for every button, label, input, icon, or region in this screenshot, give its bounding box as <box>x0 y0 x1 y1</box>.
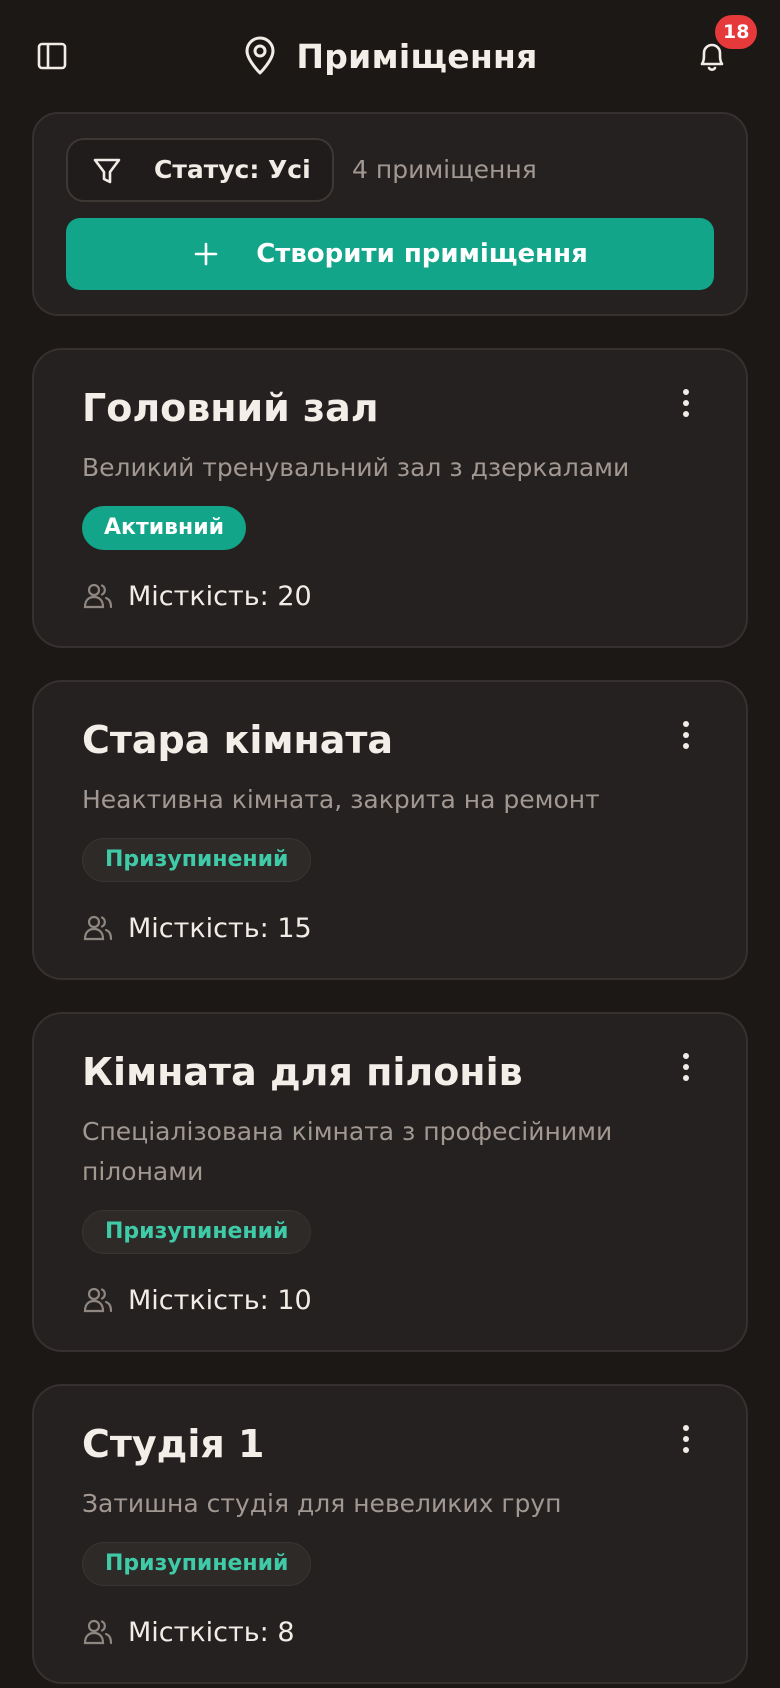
create-room-label: Створити приміщення <box>256 239 588 269</box>
room-menu-button[interactable] <box>674 386 698 420</box>
notification-count-badge: 18 <box>715 15 758 49</box>
app-header: Приміщення 18 <box>0 0 780 112</box>
room-capacity: Місткість: 15 <box>82 908 312 948</box>
map-pin-icon <box>245 36 275 75</box>
room-name: Головний зал <box>82 386 379 430</box>
create-room-button[interactable]: Створити приміщення <box>66 218 714 290</box>
status-filter-label: Статус: Усі <box>154 155 311 184</box>
status-badge: Призупинений <box>82 838 312 882</box>
rooms-toolbar: Статус: Усі 4 приміщення Створити приміщ… <box>32 112 748 316</box>
plus-icon <box>194 242 218 266</box>
capacity-label: Місткість: 20 <box>128 580 312 612</box>
room-card[interactable]: Студія 1 Затишна студія для невеликих гр… <box>32 1384 748 1684</box>
room-name: Стара кімната <box>82 718 394 762</box>
users-icon <box>83 1619 113 1645</box>
page-title: Приміщення <box>296 36 538 76</box>
room-name: Кімната для пілонів <box>82 1050 523 1094</box>
more-vertical-icon <box>683 389 689 395</box>
users-icon <box>83 583 113 609</box>
users-icon <box>83 1287 113 1313</box>
capacity-label: Місткість: 8 <box>128 1616 295 1648</box>
room-capacity: Місткість: 10 <box>82 1280 312 1320</box>
room-capacity: Місткість: 20 <box>82 576 312 616</box>
room-card[interactable]: Головний зал Великий тренувальний зал з … <box>32 348 748 648</box>
capacity-label: Місткість: 10 <box>128 1284 312 1316</box>
status-filter-button[interactable]: Статус: Усі <box>66 138 334 202</box>
room-description: Неактивна кімната, закрита на ремонт <box>82 785 600 814</box>
room-description: Затишна студія для невеликих груп <box>82 1489 562 1518</box>
room-card[interactable]: Кімната для пілонів Спеціалізована кімна… <box>32 1012 748 1352</box>
users-icon <box>83 915 113 941</box>
status-badge: Призупинений <box>82 1210 312 1254</box>
page-title-group: Приміщення <box>0 30 780 82</box>
filter-icon <box>93 158 121 184</box>
room-name: Студія 1 <box>82 1422 265 1466</box>
status-badge: Призупинений <box>82 1542 312 1586</box>
rooms-count: 4 приміщення <box>352 155 537 184</box>
room-card[interactable]: Стара кімната Неактивна кімната, закрита… <box>32 680 748 980</box>
room-description: Великий тренувальний зал з дзеркалами <box>82 453 630 482</box>
capacity-label: Місткість: 15 <box>128 912 312 944</box>
status-badge: Активний <box>82 506 247 550</box>
room-description: Спеціалізована кімната з професійними пі… <box>82 1117 613 1186</box>
more-vertical-icon <box>683 1053 689 1059</box>
more-vertical-icon <box>683 721 689 727</box>
more-vertical-icon <box>683 1425 689 1431</box>
room-menu-button[interactable] <box>674 1422 698 1456</box>
room-menu-button[interactable] <box>674 1050 698 1084</box>
room-menu-button[interactable] <box>674 718 698 752</box>
room-capacity: Місткість: 8 <box>82 1612 295 1652</box>
